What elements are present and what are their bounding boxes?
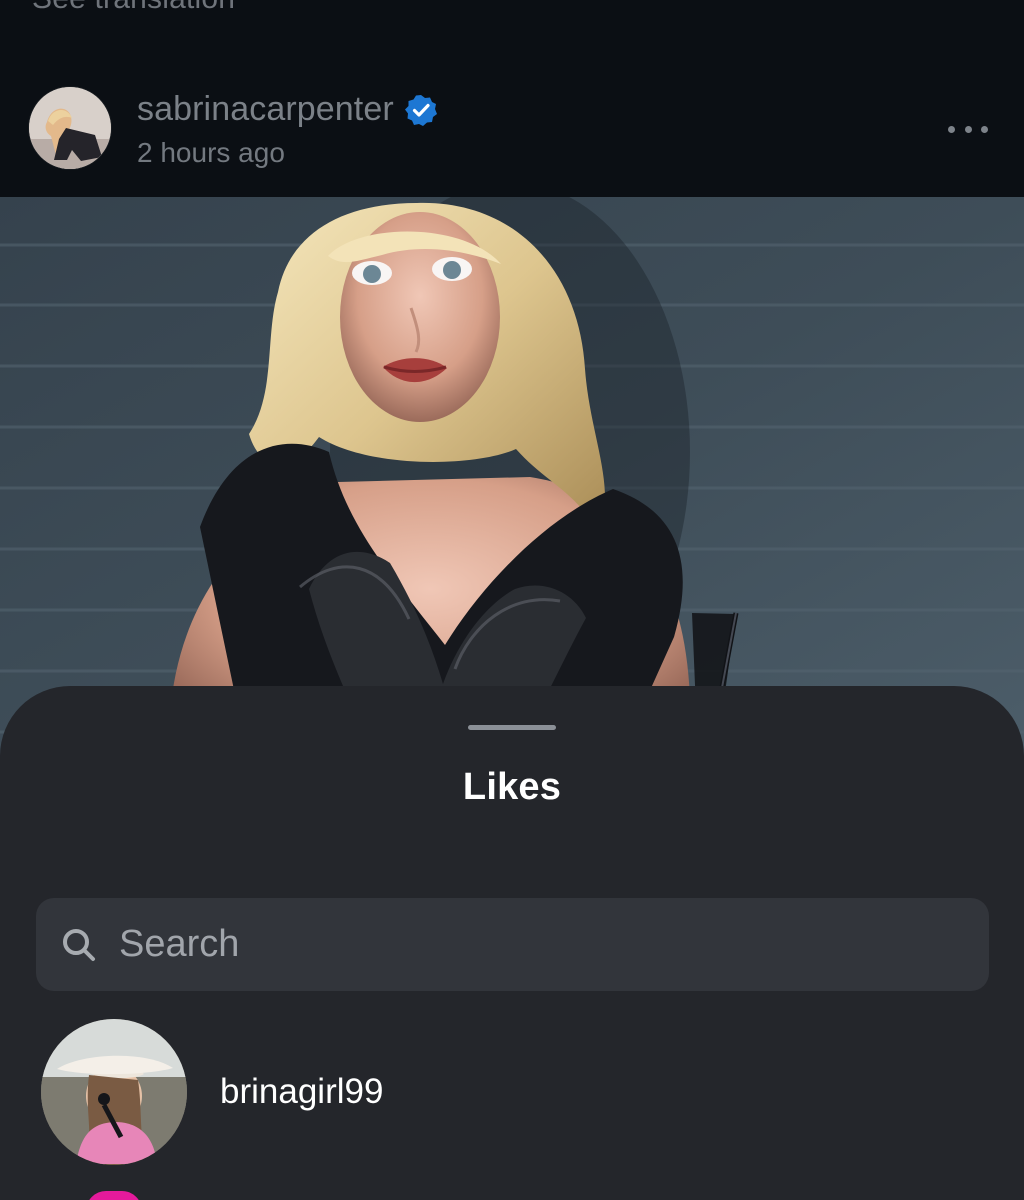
search-icon xyxy=(59,925,99,965)
verified-badge-icon xyxy=(404,93,438,127)
search-container[interactable] xyxy=(36,898,989,991)
user-avatar[interactable] xyxy=(41,1019,187,1165)
username-row: sabrinacarpenter xyxy=(137,90,438,129)
search-input[interactable] xyxy=(119,923,939,966)
more-options-button[interactable] xyxy=(948,123,988,135)
likes-list: brinagirl99 xyxy=(0,1019,1024,1167)
profile-avatar[interactable] xyxy=(29,87,111,169)
instagram-post-screen: See translation sabrinacarpenter 2 hours… xyxy=(0,0,1024,1200)
see-translation-link[interactable]: See translation xyxy=(32,0,235,16)
post-timestamp: 2 hours ago xyxy=(137,137,285,168)
post-header: sabrinacarpenter 2 hours ago xyxy=(0,80,1024,197)
post-photo[interactable] xyxy=(0,197,1024,757)
liker-username[interactable]: brinagirl99 xyxy=(220,1072,383,1112)
more-horizontal-icon xyxy=(964,125,972,133)
sheet-drag-handle[interactable] xyxy=(468,725,556,730)
sheet-title: Likes xyxy=(462,766,562,808)
more-horizontal-icon xyxy=(981,125,988,133)
username[interactable]: sabrinacarpenter xyxy=(137,90,394,129)
likes-bottom-sheet: Likes Search brinagirl99 xyxy=(0,686,1024,1200)
list-item[interactable]: brinagirl99 xyxy=(0,1019,1024,1167)
more-horizontal-icon xyxy=(948,125,955,133)
